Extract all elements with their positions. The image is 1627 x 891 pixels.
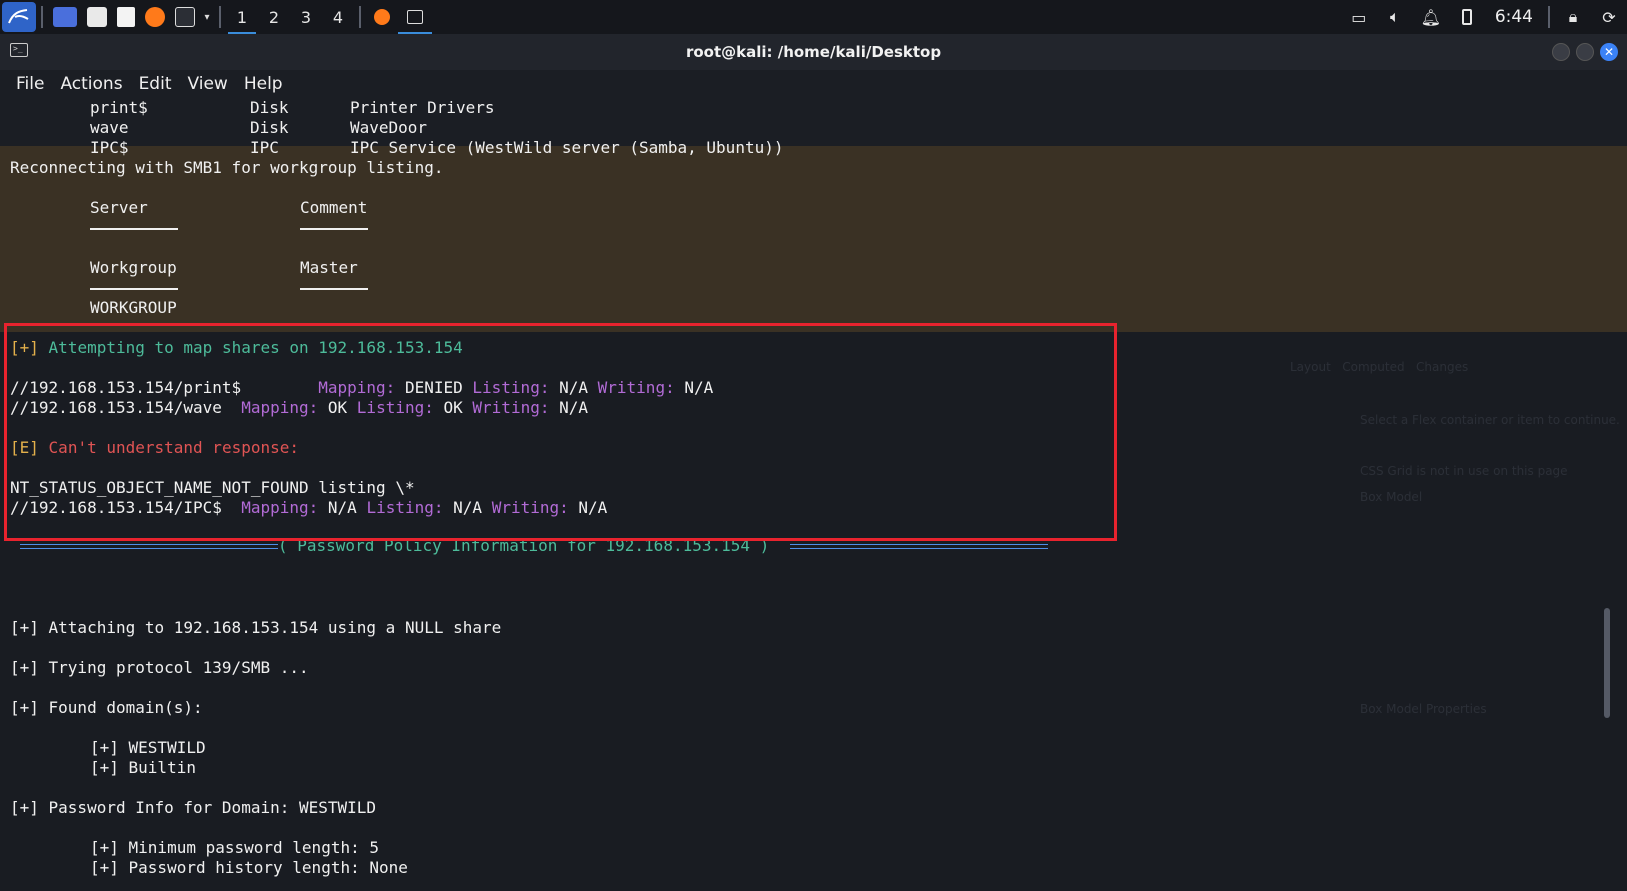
volume-icon[interactable]: 🔈︎ bbox=[1377, 7, 1413, 27]
taskbar-terminal[interactable] bbox=[398, 0, 432, 34]
heading-rule-right bbox=[790, 544, 1048, 549]
terminal-window-icon: >_ bbox=[10, 43, 28, 57]
kali-menu-button[interactable] bbox=[0, 0, 36, 34]
found-domains-line: [+] Found domain(s): bbox=[10, 698, 203, 717]
kali-logo-icon bbox=[2, 2, 36, 32]
lock-icon[interactable]: 🔒︎ bbox=[1555, 7, 1591, 27]
menu-actions[interactable]: Actions bbox=[60, 74, 122, 94]
firefox-icon bbox=[374, 9, 390, 25]
menu-help[interactable]: Help bbox=[244, 74, 283, 94]
heading-rule-left bbox=[20, 544, 278, 549]
system-tray: ▭ 🔈︎ 🔔︎ 6:44 🔒︎ ⟳ bbox=[1341, 0, 1627, 34]
menu-file[interactable]: File bbox=[16, 74, 44, 94]
battery-icon[interactable] bbox=[1449, 9, 1485, 25]
firefox-icon[interactable] bbox=[145, 7, 165, 27]
window-titlebar[interactable]: >_ root@kali: /home/kali/Desktop ✕ bbox=[0, 34, 1627, 70]
menu-view[interactable]: View bbox=[187, 74, 227, 94]
underline bbox=[300, 228, 368, 230]
workspace-3[interactable]: 3 bbox=[290, 0, 322, 34]
highlight-box bbox=[4, 323, 1117, 541]
file-manager-icon[interactable] bbox=[87, 7, 107, 27]
minimize-button[interactable] bbox=[1552, 43, 1570, 61]
chevron-down-icon[interactable]: ▾ bbox=[200, 0, 214, 34]
menu-bar: File Actions Edit View Help bbox=[0, 70, 1627, 98]
attach-line: [+] Attaching to 192.168.153.154 using a… bbox=[10, 618, 502, 637]
underline bbox=[300, 288, 368, 290]
devtools-scrollbar bbox=[1604, 608, 1610, 718]
top-panel: ▾ 1 2 3 4 ▭ 🔈︎ 🔔︎ 6:44 🔒︎ ⟳ bbox=[0, 0, 1627, 34]
display-icon[interactable]: ▭ bbox=[1341, 8, 1377, 27]
notification-bell-icon[interactable]: 🔔︎ bbox=[1413, 8, 1449, 27]
underline bbox=[90, 288, 178, 290]
terminal-icon bbox=[407, 10, 423, 24]
logout-icon[interactable]: ⟳ bbox=[1591, 8, 1627, 27]
min-password-length: [+] Minimum password length: 5 bbox=[90, 838, 379, 857]
password-info-line: [+] Password Info for Domain: WESTWILD bbox=[10, 798, 377, 817]
close-button[interactable]: ✕ bbox=[1600, 43, 1618, 61]
window-title: root@kali: /home/kali/Desktop bbox=[685, 43, 942, 61]
terminal-icon[interactable] bbox=[175, 7, 195, 27]
show-desktop-icon[interactable] bbox=[53, 7, 77, 27]
text-editor-icon[interactable] bbox=[117, 7, 135, 27]
maximize-button[interactable] bbox=[1576, 43, 1594, 61]
domain-westwild: [+] WESTWILD bbox=[90, 738, 206, 757]
workspace-2[interactable]: 2 bbox=[258, 0, 290, 34]
workspace-4[interactable]: 4 bbox=[322, 0, 354, 34]
reconnect-line: Reconnecting with SMB1 for workgroup lis… bbox=[10, 158, 444, 177]
underline bbox=[90, 228, 178, 230]
menu-edit[interactable]: Edit bbox=[139, 74, 172, 94]
taskbar-firefox[interactable] bbox=[366, 0, 398, 34]
clock[interactable]: 6:44 bbox=[1485, 7, 1543, 27]
trying-line: [+] Trying protocol 139/SMB ... bbox=[10, 658, 309, 677]
workspace-1[interactable]: 1 bbox=[226, 0, 258, 34]
password-history-length: [+] Password history length: None bbox=[90, 858, 408, 877]
domain-builtin: [+] Builtin bbox=[90, 758, 196, 777]
